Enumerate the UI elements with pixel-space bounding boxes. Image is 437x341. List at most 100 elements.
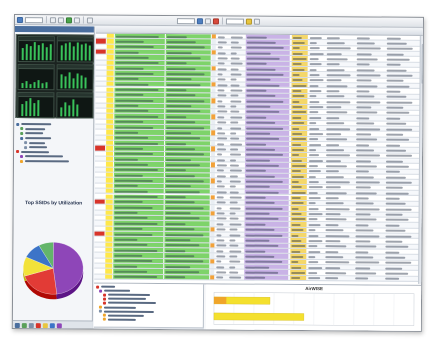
name-cell (114, 55, 165, 60)
name-cell (114, 92, 165, 98)
cell-text (308, 250, 321, 253)
cell-text (308, 261, 319, 264)
cell-text (326, 74, 351, 77)
forward-icon[interactable] (57, 16, 64, 23)
grid-icon[interactable] (204, 17, 211, 24)
cell-text (216, 266, 225, 269)
cell-text (217, 132, 225, 135)
cell-text (229, 271, 239, 274)
first-seen-cell (325, 126, 353, 131)
signal-cell (210, 194, 215, 200)
cell-text (308, 218, 318, 221)
first-seen-cell (325, 169, 353, 174)
ssid-cell (244, 275, 289, 281)
flag-cell (106, 129, 114, 135)
type-cell (290, 227, 307, 232)
ssid-cell (245, 45, 290, 50)
last-seen-cell (356, 51, 384, 56)
ssid-cell (245, 72, 290, 77)
vendor-cell (307, 238, 323, 243)
flag-cell (106, 49, 114, 55)
tree-item-label (24, 155, 63, 158)
name-cell (113, 156, 165, 162)
band-cell (229, 179, 243, 183)
vendor-cell (307, 254, 323, 259)
home-icon[interactable] (16, 16, 23, 23)
band-cell (229, 216, 243, 221)
name-cell (114, 49, 165, 55)
notes-cell (385, 196, 415, 201)
first-seen-cell (324, 276, 352, 281)
airwise-bar[interactable] (213, 312, 305, 321)
find-icon[interactable] (196, 17, 203, 24)
cell-text (165, 276, 186, 279)
cell-text (355, 186, 372, 189)
mini-bar (33, 82, 36, 89)
cell-text (217, 121, 227, 124)
security-icon[interactable] (56, 323, 62, 329)
mini-bar (72, 46, 75, 61)
network-icon[interactable] (21, 323, 27, 329)
cell-text (355, 170, 369, 173)
tree-item-label (28, 141, 45, 144)
signal-cell (210, 264, 215, 269)
signal-cell (211, 93, 216, 98)
tree-item[interactable] (16, 159, 92, 164)
flag-cell (106, 87, 114, 92)
settings-icon[interactable] (86, 17, 93, 24)
cell-text (229, 212, 236, 215)
filter-dropdown[interactable] (176, 17, 195, 24)
scrollbar-thumb[interactable] (421, 43, 424, 84)
cell-text (309, 47, 321, 50)
menu-dropdown[interactable] (225, 17, 244, 25)
notes-cell (385, 185, 415, 190)
tools-icon[interactable] (49, 323, 55, 329)
flag-cell (106, 108, 114, 113)
cell-text (385, 235, 411, 238)
last-seen-cell (356, 62, 384, 67)
ssid-cell (245, 109, 290, 115)
alarm-icon[interactable] (35, 323, 41, 329)
band-cell (230, 77, 244, 81)
mini-bar (25, 101, 28, 117)
filter-icon[interactable] (73, 16, 80, 23)
alert-icon[interactable] (212, 17, 219, 24)
mini-bar (49, 44, 52, 61)
cell-text (308, 266, 322, 269)
cell-text (216, 180, 223, 183)
report-icon[interactable] (245, 18, 252, 25)
refresh-icon[interactable] (65, 16, 72, 23)
view-selector[interactable] (24, 16, 43, 23)
cell-text (216, 169, 224, 172)
report-icon[interactable] (42, 323, 48, 329)
last-seen-cell (355, 153, 383, 158)
channel-cell (216, 216, 228, 220)
back-icon[interactable] (49, 16, 56, 23)
cell-text (385, 160, 403, 163)
table-row[interactable] (94, 274, 424, 282)
mini-bar (80, 44, 83, 61)
table-scrollbar[interactable] (418, 35, 424, 284)
cell-text (291, 202, 304, 205)
address-cell (164, 167, 210, 173)
type-cell (291, 115, 308, 120)
cell-text (309, 149, 317, 152)
band-cell (229, 158, 243, 162)
cell-text (166, 131, 191, 135)
status-cell (95, 215, 105, 219)
device-icon[interactable] (28, 323, 34, 329)
tree-item[interactable] (96, 317, 201, 322)
cell-text (356, 85, 378, 88)
mini-bar (64, 102, 67, 117)
channel-cell (217, 67, 229, 71)
help-icon[interactable] (253, 18, 260, 25)
type-cell (290, 232, 307, 238)
type-cell (290, 163, 307, 168)
vendor-cell (309, 51, 325, 55)
name-cell (114, 39, 165, 44)
dashboard-icon[interactable] (14, 323, 20, 329)
type-cell (291, 45, 308, 51)
cell-text (308, 272, 318, 275)
status-cell (95, 141, 105, 145)
cell-text (356, 138, 378, 141)
